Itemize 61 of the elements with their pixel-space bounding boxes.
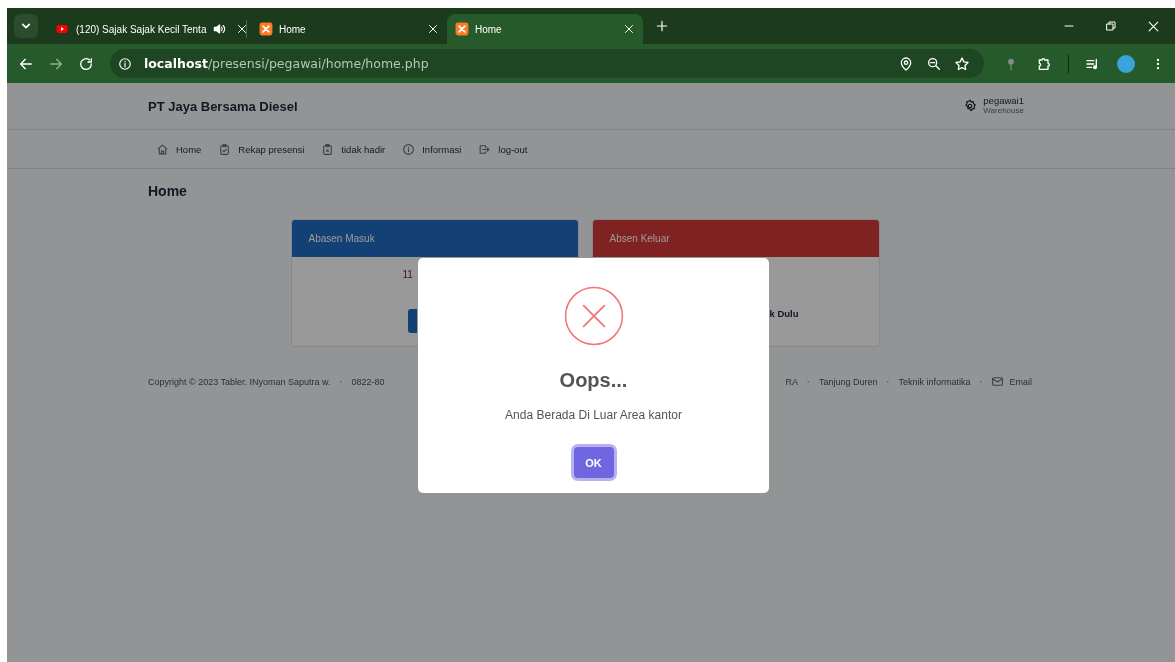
logout-icon [478,142,492,156]
clipboard-icon [321,142,335,156]
footer-link[interactable]: Teknik informatika [898,376,971,387]
new-tab-icon[interactable] [655,19,669,33]
info-icon[interactable] [118,56,132,71]
location-pin-icon[interactable] [898,55,914,72]
separator-dot: · [885,376,891,387]
restore-icon[interactable] [1105,20,1117,32]
home-icon [156,142,169,156]
user-role: Warehouse [983,106,1024,116]
separator-dot: · [978,376,984,387]
user-name: pegawai1 [983,96,1024,107]
footer-text: 0822-80 [351,376,385,387]
email-link[interactable]: Email [991,375,1032,388]
bookmark-star-icon[interactable] [954,55,970,72]
card-header: Absen Keluar [592,220,879,257]
close-icon[interactable] [623,23,635,35]
zoom-out-icon[interactable] [926,55,942,72]
browser-tab[interactable]: (120) Sajak Sajak Kecil Tenta [46,14,242,44]
speaker-icon[interactable] [212,22,227,36]
card-text: 11 [402,269,413,280]
footer-link[interactable]: RA [785,376,798,387]
address-bar[interactable]: localhost/presensi/pegawai/home/home.php [110,49,984,78]
footer-link[interactable]: Tanjung Duren [818,376,878,387]
nav-link[interactable]: Informasi [402,142,462,156]
tab-title: (120) Sajak Sajak Kecil Tenta [76,23,207,35]
tab-title: Home [279,23,307,35]
dialog-message: Anda Berada Di Luar Area kantor [505,408,682,422]
tab-title: Home [475,23,503,35]
footer-text: Copyright © 2023 Tabler. INyoman Saputra w. [148,376,331,387]
nav-link[interactable]: tidak hadir [321,142,386,156]
tab-list-button[interactable] [14,14,38,38]
extensions-icon[interactable] [1036,55,1052,72]
card-button[interactable] [407,309,417,333]
browser-tab[interactable]: Home [447,14,643,44]
close-icon[interactable] [1147,19,1160,33]
close-icon[interactable] [236,23,249,35]
brand-name[interactable]: PT Jaya Bersama Diesel [148,98,298,114]
ok-button[interactable]: OK [573,447,614,478]
app-logo-icon [259,22,273,36]
card-header: Abasen Masuk [291,220,578,257]
video-play-icon [54,23,70,35]
dialog-title: Oops... [559,369,628,392]
profile-avatar[interactable] [1117,54,1135,73]
reload-icon[interactable] [78,55,94,72]
card-text: k Dulu [769,308,799,319]
browser-tab[interactable]: Home [251,14,447,44]
nav-link[interactable]: log-out [478,142,528,156]
nav-link[interactable]: Rekap presensi [218,142,305,156]
settings-icon[interactable] [963,99,978,113]
error-icon [562,285,625,347]
close-icon[interactable] [427,23,439,35]
mail-icon [991,375,1005,388]
separator-dot: · [805,376,811,387]
separator-dot: · [338,376,344,387]
nav-link[interactable]: Home [156,142,202,156]
page-title: Home [148,183,188,199]
url-text: localhost/presensi/pegawai/home/home.php [144,56,429,71]
clipboard-check-icon [218,142,232,156]
app-logo-icon [455,22,469,36]
info-icon [402,142,416,156]
